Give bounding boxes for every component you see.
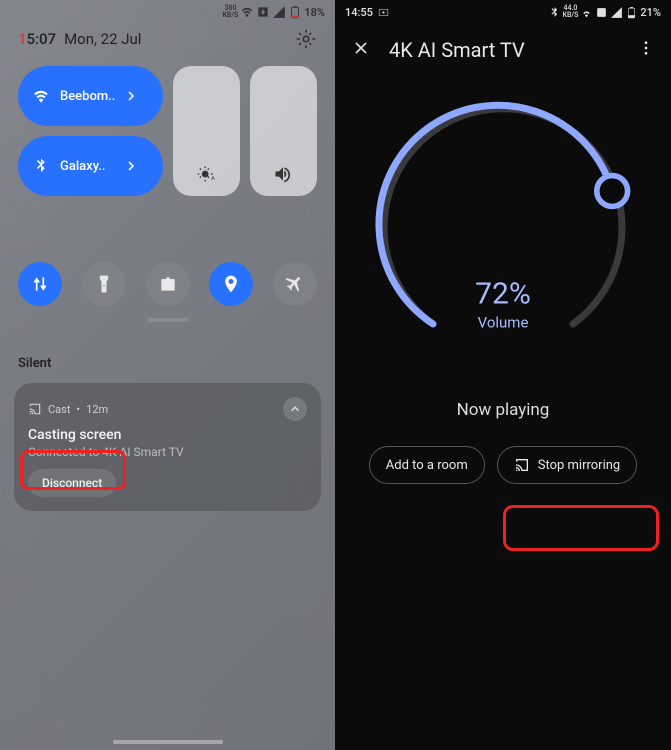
svg-text:A: A: [211, 176, 215, 182]
signal-icon: [610, 6, 623, 19]
qs-tiles: Beebom.. A Galaxy..: [0, 54, 335, 262]
signal-icon: [272, 5, 286, 19]
speaker-icon: [273, 164, 293, 184]
clock: 14:55: [345, 6, 373, 19]
battery-pct: 21%: [640, 6, 661, 19]
airplane-icon: [285, 274, 305, 294]
volume-readout: 72% Volume: [475, 277, 531, 332]
work-toggle[interactable]: [146, 262, 190, 306]
volume-label: Volume: [475, 314, 531, 332]
device-title: 4K AI Smart TV: [389, 38, 619, 62]
notif-dot-icon: [377, 6, 390, 19]
add-to-room-button[interactable]: Add to a room: [369, 446, 485, 484]
notif-header: Cast • 12m: [28, 397, 307, 421]
bluetooth-icon: [548, 6, 561, 19]
bt-label: Galaxy..: [60, 159, 123, 174]
volume-percent: 72%: [475, 277, 531, 312]
data-icon: [30, 274, 50, 294]
date: Mon, 22 Jul: [64, 30, 141, 48]
notif-age: 12m: [86, 403, 108, 416]
volte-icon: [256, 5, 270, 19]
time-date-row: 15:07 Mon, 22 Jul: [0, 24, 335, 54]
disconnect-button[interactable]: Disconnect: [28, 469, 116, 497]
cast-icon: [28, 402, 42, 416]
net-speed: 380 KB/S: [222, 5, 238, 19]
status-bar: 14:55 44.0KB/S 21%: [335, 0, 671, 24]
now-playing-label: Now playing: [335, 400, 671, 420]
chevron-right-icon: [123, 158, 139, 174]
brightness-slider[interactable]: A: [173, 66, 240, 196]
briefcase-icon: [158, 274, 178, 294]
settings-gear-icon[interactable]: [295, 28, 317, 50]
location-icon: [221, 274, 241, 294]
cast-device-screen: 14:55 44.0KB/S 21% 4K AI Smart TV: [335, 0, 671, 750]
notif-title: Casting screen: [28, 427, 307, 443]
bluetooth-icon: [32, 157, 50, 175]
net-speed: 44.0KB/S: [563, 5, 579, 19]
flashlight-icon: [94, 274, 114, 294]
wifi-tile[interactable]: Beebom..: [18, 66, 163, 126]
data-toggle[interactable]: [18, 262, 62, 306]
wifi-icon: [240, 5, 254, 19]
notif-app: Cast: [48, 403, 70, 416]
qs-row-bottom: [0, 262, 335, 306]
chevron-right-icon: [123, 88, 139, 104]
airplane-toggle[interactable]: [273, 262, 317, 306]
cast-header: 4K AI Smart TV: [335, 24, 671, 76]
quick-settings-shade: 380 KB/S 18% 15:07 Mon, 22 Jul Beebom.. …: [0, 0, 335, 750]
battery-icon: [625, 6, 638, 19]
notif-section-header: Silent: [0, 334, 335, 377]
drag-handle[interactable]: [148, 318, 188, 322]
chevron-up-icon: [288, 402, 302, 416]
volte-icon: [595, 6, 608, 19]
close-button[interactable]: [351, 38, 371, 62]
nav-handle[interactable]: [113, 740, 223, 744]
more-button[interactable]: [637, 39, 655, 61]
wifi-icon: [32, 87, 50, 105]
status-bar: 380 KB/S 18%: [0, 0, 335, 24]
battery-icon: [288, 5, 302, 19]
volume-dial[interactable]: 72% Volume: [363, 86, 643, 366]
clock: 15:07: [18, 30, 56, 48]
location-toggle[interactable]: [209, 262, 253, 306]
close-icon: [351, 38, 371, 58]
battery-pct: 18%: [304, 6, 325, 19]
cast-icon: [514, 457, 530, 473]
stop-mirroring-button[interactable]: Stop mirroring: [497, 446, 638, 484]
collapse-button[interactable]: [283, 397, 307, 421]
volume-slider[interactable]: [250, 66, 317, 196]
cast-action-row: Add to a room Stop mirroring: [335, 446, 671, 484]
cast-notification[interactable]: Cast • 12m Casting screen Connected to 4…: [14, 383, 321, 511]
flashlight-toggle[interactable]: [82, 262, 126, 306]
more-vert-icon: [637, 39, 655, 57]
highlight-box: [503, 505, 659, 551]
notif-subtitle: Connected to 4K AI Smart TV: [28, 445, 307, 459]
wifi-icon: [580, 6, 593, 19]
brightness-icon: A: [196, 164, 216, 184]
bluetooth-tile[interactable]: Galaxy..: [18, 136, 163, 196]
wifi-label: Beebom..: [60, 89, 123, 104]
